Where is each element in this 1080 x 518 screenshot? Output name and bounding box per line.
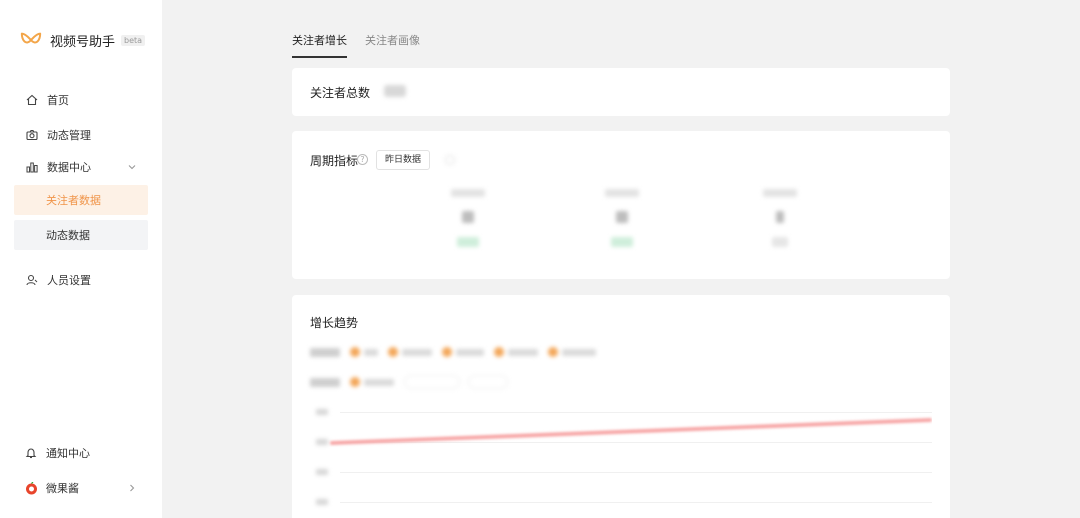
chevron-right-icon (130, 484, 135, 492)
chevron-down-icon (128, 165, 136, 170)
sidebar: 视频号助手 beta 首页 动态管理 数据中心 关注者数据 动态数据 人员设置 (0, 0, 162, 518)
filter-option[interactable] (350, 377, 394, 387)
period-metrics-card: 周期指标 ? 昨日数据 (292, 131, 950, 279)
filter-option[interactable] (442, 347, 484, 357)
time-filter-row (310, 375, 516, 389)
sidebar-item-label: 人员设置 (47, 274, 91, 287)
trend-line (330, 418, 932, 445)
butterfly-logo-icon (20, 32, 42, 44)
filter-option[interactable] (388, 347, 432, 357)
account-avatar-icon (24, 481, 38, 495)
metric-change (772, 237, 788, 247)
tab-follower-profile[interactable]: 关注者画像 (365, 32, 420, 58)
camera-icon (25, 128, 39, 142)
total-followers-value (384, 85, 406, 97)
metric-net-growth (750, 189, 810, 247)
growth-trend-chart (310, 403, 932, 518)
growth-trend-card: 增长趋势 (292, 295, 950, 518)
metric-value (616, 211, 628, 223)
content-tabs: 关注者增长 关注者画像 (292, 32, 438, 58)
metric-filter-row (310, 347, 606, 357)
metric-value (462, 211, 474, 223)
sidebar-item-label: 微果酱 (46, 482, 79, 495)
sidebar-subitem-label: 动态数据 (46, 229, 90, 242)
metric-label (605, 189, 639, 197)
sidebar-item-account[interactable]: 微果酱 (14, 474, 148, 502)
filter-option[interactable] (494, 347, 538, 357)
sidebar-item-home[interactable]: 首页 (14, 86, 148, 114)
tab-follower-growth[interactable]: 关注者增长 (292, 32, 347, 58)
user-settings-icon (25, 273, 39, 287)
app-title: 视频号助手 (50, 34, 116, 50)
help-icon[interactable] (445, 155, 455, 165)
sidebar-item-staff-settings[interactable]: 人员设置 (14, 266, 148, 294)
sidebar-item-notifications[interactable]: 通知中心 (14, 439, 148, 467)
sidebar-item-label: 动态管理 (47, 129, 91, 142)
sidebar-item-label: 通知中心 (46, 447, 90, 460)
sidebar-item-label: 数据中心 (47, 161, 91, 174)
sidebar-item-data-center[interactable]: 数据中心 (14, 153, 148, 181)
filter-label (310, 347, 340, 357)
metric-new-followers (438, 189, 498, 247)
beta-badge: beta (121, 34, 146, 46)
bar-chart-icon (25, 160, 39, 174)
filter-option[interactable] (350, 347, 378, 357)
sidebar-subitem-follower-data[interactable]: 关注者数据 (14, 185, 148, 215)
total-followers-title: 关注者总数 (310, 86, 371, 100)
yesterday-data-button[interactable]: 昨日数据 (376, 150, 431, 170)
sidebar-item-posts[interactable]: 动态管理 (14, 121, 148, 149)
filter-pill[interactable] (404, 375, 460, 389)
bell-icon (24, 446, 38, 460)
filter-option[interactable] (548, 347, 596, 357)
filter-pill[interactable] (468, 375, 508, 389)
total-followers-card: 关注者总数 (292, 68, 950, 116)
growth-trend-title: 增长趋势 (310, 316, 359, 330)
filter-label (310, 377, 340, 387)
metric-label (763, 189, 797, 197)
sidebar-subitem-label: 关注者数据 (46, 194, 101, 207)
app-logo[interactable]: 视频号助手 beta (20, 30, 146, 50)
metric-change (611, 237, 633, 247)
period-metrics-title: 周期指标 (310, 154, 359, 168)
trend-line-svg (330, 418, 932, 445)
sidebar-item-label: 首页 (47, 94, 69, 107)
metric-value (776, 211, 784, 223)
home-icon (25, 93, 39, 107)
sidebar-subitem-post-data[interactable]: 动态数据 (14, 220, 148, 250)
metric-lost-followers (592, 189, 652, 247)
metric-change (457, 237, 479, 247)
metric-label (451, 189, 485, 197)
info-icon[interactable]: ? (357, 154, 368, 165)
